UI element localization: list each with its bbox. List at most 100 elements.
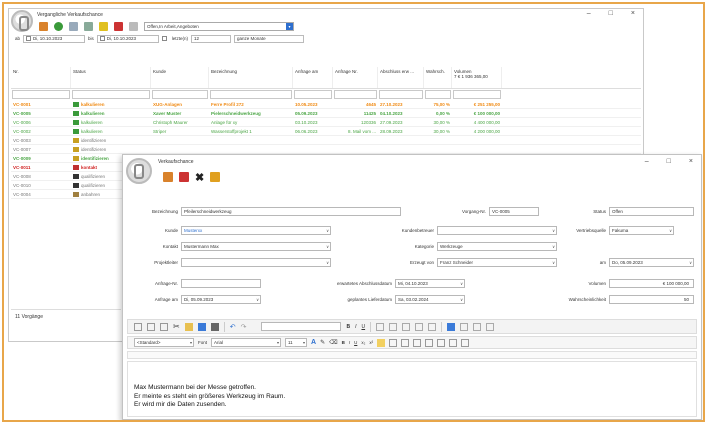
column-header[interactable]: Status bbox=[71, 67, 151, 88]
vorgang-input[interactable]: VC-0005 bbox=[489, 207, 539, 216]
table-row[interactable]: VC-0003 identifizieren bbox=[11, 136, 641, 145]
copy-icon[interactable] bbox=[69, 22, 78, 31]
image-icon[interactable] bbox=[197, 322, 206, 331]
table-merge-icon[interactable] bbox=[415, 322, 424, 331]
indent-icon[interactable] bbox=[449, 338, 458, 347]
export-icon[interactable] bbox=[84, 22, 93, 31]
erzeugt-combo[interactable]: Franz Schneider ∨ bbox=[437, 258, 557, 267]
liefer-input[interactable]: Sa, 03.02.2024 ∨ bbox=[395, 295, 465, 304]
new-document-icon[interactable] bbox=[39, 22, 48, 31]
from-date-field[interactable]: Di, 10.10.2023 bbox=[23, 34, 86, 43]
number-list-icon[interactable] bbox=[437, 338, 446, 347]
delete-icon[interactable]: ✖ bbox=[195, 171, 204, 184]
maximize-icon[interactable]: □ bbox=[609, 10, 613, 17]
column-header[interactable]: Abschluss erw ... bbox=[378, 67, 424, 88]
bold2-icon[interactable]: B bbox=[342, 340, 345, 345]
superscript-icon[interactable]: x² bbox=[369, 340, 373, 345]
table-col-icon[interactable] bbox=[402, 322, 411, 331]
column-header[interactable]: Anfrage am bbox=[293, 67, 333, 88]
table-icon[interactable] bbox=[210, 322, 219, 331]
lock-icon[interactable] bbox=[210, 172, 221, 182]
wahr-input[interactable]: 50 bbox=[609, 295, 694, 304]
column-header[interactable]: Bezeichnung bbox=[209, 67, 293, 88]
bezeichnung-input[interactable]: Pfeilerschneidwerkzeug bbox=[181, 207, 401, 216]
options-icon[interactable] bbox=[129, 22, 138, 31]
italic2-icon[interactable]: I bbox=[349, 340, 350, 345]
underline2-icon[interactable]: U bbox=[354, 340, 357, 345]
subscript-icon[interactable]: x₂ bbox=[361, 340, 365, 345]
close-icon[interactable]: × bbox=[631, 10, 635, 17]
copy-icon[interactable] bbox=[160, 322, 168, 331]
table-row-icon[interactable] bbox=[389, 322, 398, 331]
cut-icon[interactable]: ✂ bbox=[173, 322, 180, 331]
status-filter-combo[interactable]: Offen,In Arbeit,Angeboten ▾ bbox=[144, 22, 294, 31]
table-row[interactable]: VC-0005 kalkulieren Xaver Muster Pielerschn… bbox=[11, 109, 641, 118]
minimize-icon[interactable]: – bbox=[587, 10, 591, 17]
filter-icon[interactable] bbox=[99, 22, 108, 31]
period-unit-combo[interactable]: ganze Monate bbox=[234, 34, 305, 43]
font-color-icon[interactable]: A bbox=[311, 339, 316, 346]
calendar-icon[interactable] bbox=[179, 172, 189, 182]
filter-cell[interactable] bbox=[425, 90, 451, 99]
format-icon[interactable] bbox=[447, 322, 456, 331]
kontakt-combo[interactable]: Mustermann Max ∨ bbox=[181, 242, 331, 251]
clear-format-icon[interactable]: ⌫ bbox=[329, 339, 337, 346]
column-header[interactable]: Kunde bbox=[151, 67, 209, 88]
table-split-icon[interactable] bbox=[428, 322, 437, 331]
filter-cell[interactable] bbox=[152, 90, 208, 99]
last-n-checkbox[interactable] bbox=[161, 36, 167, 41]
filter-cell[interactable] bbox=[334, 90, 377, 99]
undo-icon[interactable]: ↶ bbox=[230, 323, 236, 331]
print-icon[interactable] bbox=[147, 322, 155, 331]
to-date-field[interactable]: Di, 10.10.2023 bbox=[96, 34, 159, 43]
notes-editor[interactable]: Max Mustermann bei der Messe getroffen. … bbox=[127, 361, 697, 417]
ruler[interactable] bbox=[127, 351, 697, 359]
filter-cell[interactable] bbox=[210, 90, 292, 99]
table-row[interactable]: VC-0001 kalkulieren XUG-Anlagen Ferre Profi… bbox=[11, 100, 641, 109]
projektleiter-combo[interactable]: ∨ bbox=[181, 258, 331, 267]
table-row[interactable]: VC-0006 kalkulieren Christoph Maurer Anlage… bbox=[11, 118, 641, 127]
style-combo[interactable]: <Standard> ▾ bbox=[134, 338, 194, 347]
filter-cell[interactable] bbox=[379, 90, 423, 99]
am-date-input[interactable]: Do, 05.09.2023 ∨ bbox=[609, 258, 694, 267]
font-combo[interactable]: Arial ▾ bbox=[211, 338, 282, 347]
refresh-icon[interactable] bbox=[54, 22, 63, 31]
align-right-icon[interactable] bbox=[401, 338, 410, 347]
border-icon[interactable] bbox=[460, 322, 469, 331]
clear-filter-icon[interactable] bbox=[114, 22, 123, 31]
save-icon[interactable] bbox=[163, 172, 173, 182]
justify-icon[interactable] bbox=[413, 338, 422, 347]
kunde-combo[interactable]: Musterxx ∨ bbox=[181, 226, 331, 235]
minimize-icon[interactable]: – bbox=[645, 158, 649, 165]
border2-icon[interactable] bbox=[473, 322, 482, 331]
underline-icon[interactable]: U bbox=[361, 324, 365, 330]
align-center-icon[interactable] bbox=[389, 338, 398, 347]
erw-abschluss-input[interactable]: Mi, 04.10.2023 ∨ bbox=[395, 279, 465, 288]
column-header[interactable]: Volumen 7 € 1 936 365,00 bbox=[452, 67, 502, 88]
bold-icon[interactable]: B bbox=[346, 324, 350, 330]
highlight-icon[interactable]: ✎ bbox=[320, 339, 325, 346]
table-row[interactable]: VC-0002 kalkulieren Striper Wasserstoffproj… bbox=[11, 127, 641, 136]
paste-icon[interactable] bbox=[184, 322, 193, 331]
align-left-icon[interactable] bbox=[377, 338, 386, 347]
maximize-icon[interactable]: □ bbox=[667, 158, 671, 165]
anfrage-am-input[interactable]: Di, 05.09.2023 ∨ bbox=[181, 295, 261, 304]
border3-icon[interactable] bbox=[486, 322, 495, 331]
table-row[interactable]: VC-0007 identifizieren bbox=[11, 145, 641, 154]
kategorie-combo[interactable]: Werkzeuge ∨ bbox=[437, 242, 557, 251]
column-header[interactable]: Wahrsch. bbox=[424, 67, 452, 88]
find-input[interactable] bbox=[261, 322, 342, 331]
italic-icon[interactable]: I bbox=[355, 324, 356, 330]
new-doc-icon[interactable] bbox=[134, 322, 142, 331]
column-header[interactable]: Anfrage Nr. bbox=[333, 67, 378, 88]
anfrage-nr-input[interactable] bbox=[181, 279, 261, 288]
filter-cell[interactable] bbox=[72, 90, 150, 99]
filter-cell[interactable] bbox=[294, 90, 332, 99]
column-header[interactable]: Nr. bbox=[11, 67, 71, 88]
close-icon[interactable]: × bbox=[689, 158, 693, 165]
size-combo[interactable]: 11 ▾ bbox=[285, 338, 308, 347]
redo-icon[interactable]: ↷ bbox=[241, 323, 247, 331]
volumen-input[interactable]: € 100 000,00 bbox=[609, 279, 694, 288]
outdent-icon[interactable] bbox=[461, 338, 470, 347]
kundenbetreuer-combo[interactable]: ∨ bbox=[437, 226, 557, 235]
